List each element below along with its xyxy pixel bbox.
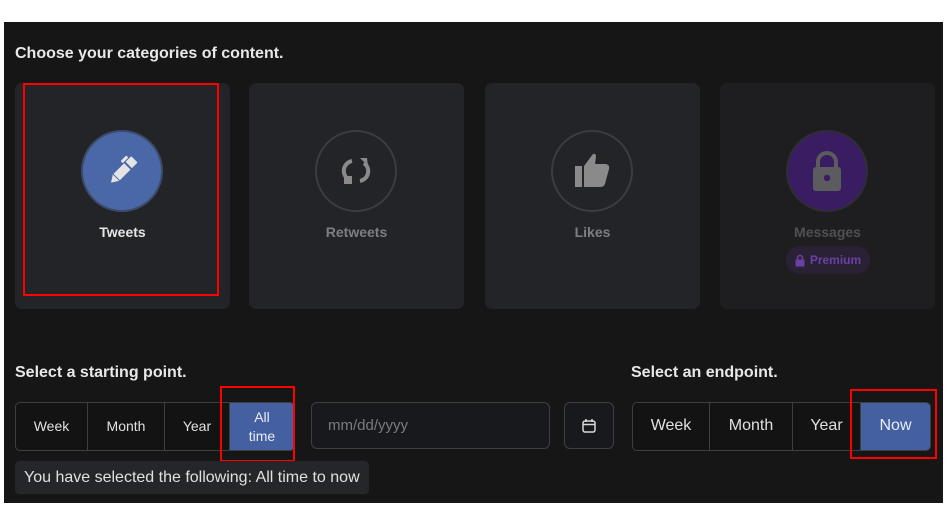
messages-icon-circle — [786, 130, 868, 212]
pen-icon — [111, 155, 138, 183]
calendar-button[interactable] — [564, 402, 614, 449]
start-heading: Select a starting point. — [15, 364, 187, 381]
small-lock-icon — [795, 254, 805, 266]
end-range-selector: Week Month Year Now — [632, 402, 931, 451]
end-heading: Select an endpoint. — [631, 364, 778, 381]
category-label: Likes — [574, 224, 611, 240]
calendar-icon — [582, 418, 596, 433]
start-range-selector: Week Month Year All time — [15, 402, 295, 451]
start-date-input[interactable] — [311, 402, 550, 449]
start-option-all-time[interactable]: All time — [230, 403, 294, 450]
premium-badge-label: Premium — [809, 253, 862, 267]
tweets-icon-circle — [81, 130, 163, 212]
retweets-icon-circle — [315, 130, 397, 212]
categories-heading: Choose your categories of content. — [15, 45, 284, 62]
category-card-tweets[interactable]: Tweets — [15, 83, 230, 309]
start-option-month[interactable]: Month — [88, 403, 165, 450]
end-option-now[interactable]: Now — [861, 403, 930, 450]
category-label: Tweets — [99, 224, 146, 240]
likes-icon-circle — [551, 130, 633, 212]
thumbs-up-icon — [575, 153, 610, 187]
retweet-icon — [341, 158, 371, 184]
content-selection-panel: Choose your categories of content. Tweet… — [4, 22, 943, 503]
category-card-messages[interactable]: Messages Premium — [720, 83, 935, 309]
start-option-year[interactable]: Year — [165, 403, 230, 450]
category-label: Messages — [794, 224, 861, 240]
end-option-month[interactable]: Month — [710, 403, 793, 450]
lock-icon — [813, 151, 841, 191]
end-option-week[interactable]: Week — [633, 403, 710, 450]
category-label: Retweets — [325, 224, 388, 240]
start-option-week[interactable]: Week — [16, 403, 88, 450]
category-card-retweets[interactable]: Retweets — [249, 83, 464, 309]
category-card-likes[interactable]: Likes — [485, 83, 700, 309]
selection-summary: You have selected the following: All tim… — [15, 461, 369, 494]
premium-badge: Premium — [786, 246, 870, 274]
end-option-year[interactable]: Year — [793, 403, 861, 450]
